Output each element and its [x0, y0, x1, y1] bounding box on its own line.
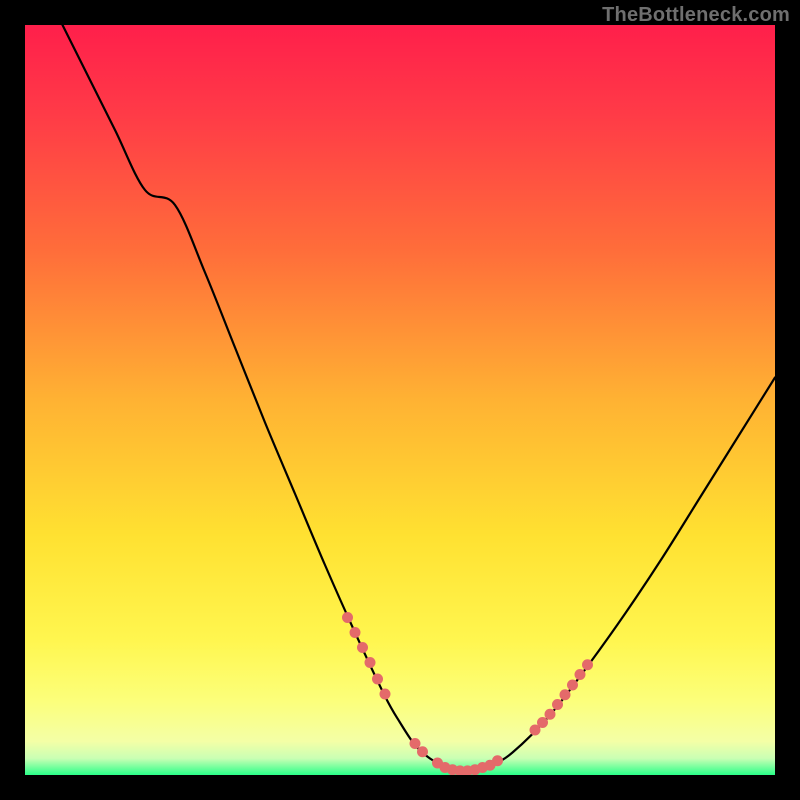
highlight-dot	[350, 627, 361, 638]
highlight-dot	[357, 642, 368, 653]
plot-background	[25, 25, 775, 775]
highlight-dot	[492, 755, 503, 766]
highlight-dot	[365, 657, 376, 668]
highlight-dot	[342, 612, 353, 623]
highlight-dot	[560, 689, 571, 700]
highlight-dot	[582, 659, 593, 670]
highlight-dot	[410, 738, 421, 749]
highlight-dot	[552, 699, 563, 710]
watermark-label: TheBottleneck.com	[602, 4, 790, 27]
highlight-dot	[380, 689, 391, 700]
highlight-dot	[575, 669, 586, 680]
highlight-dot	[545, 709, 556, 720]
bottleneck-chart	[0, 0, 800, 800]
highlight-dot	[567, 680, 578, 691]
highlight-dot	[417, 746, 428, 757]
highlight-dot	[537, 717, 548, 728]
highlight-dot	[372, 674, 383, 685]
